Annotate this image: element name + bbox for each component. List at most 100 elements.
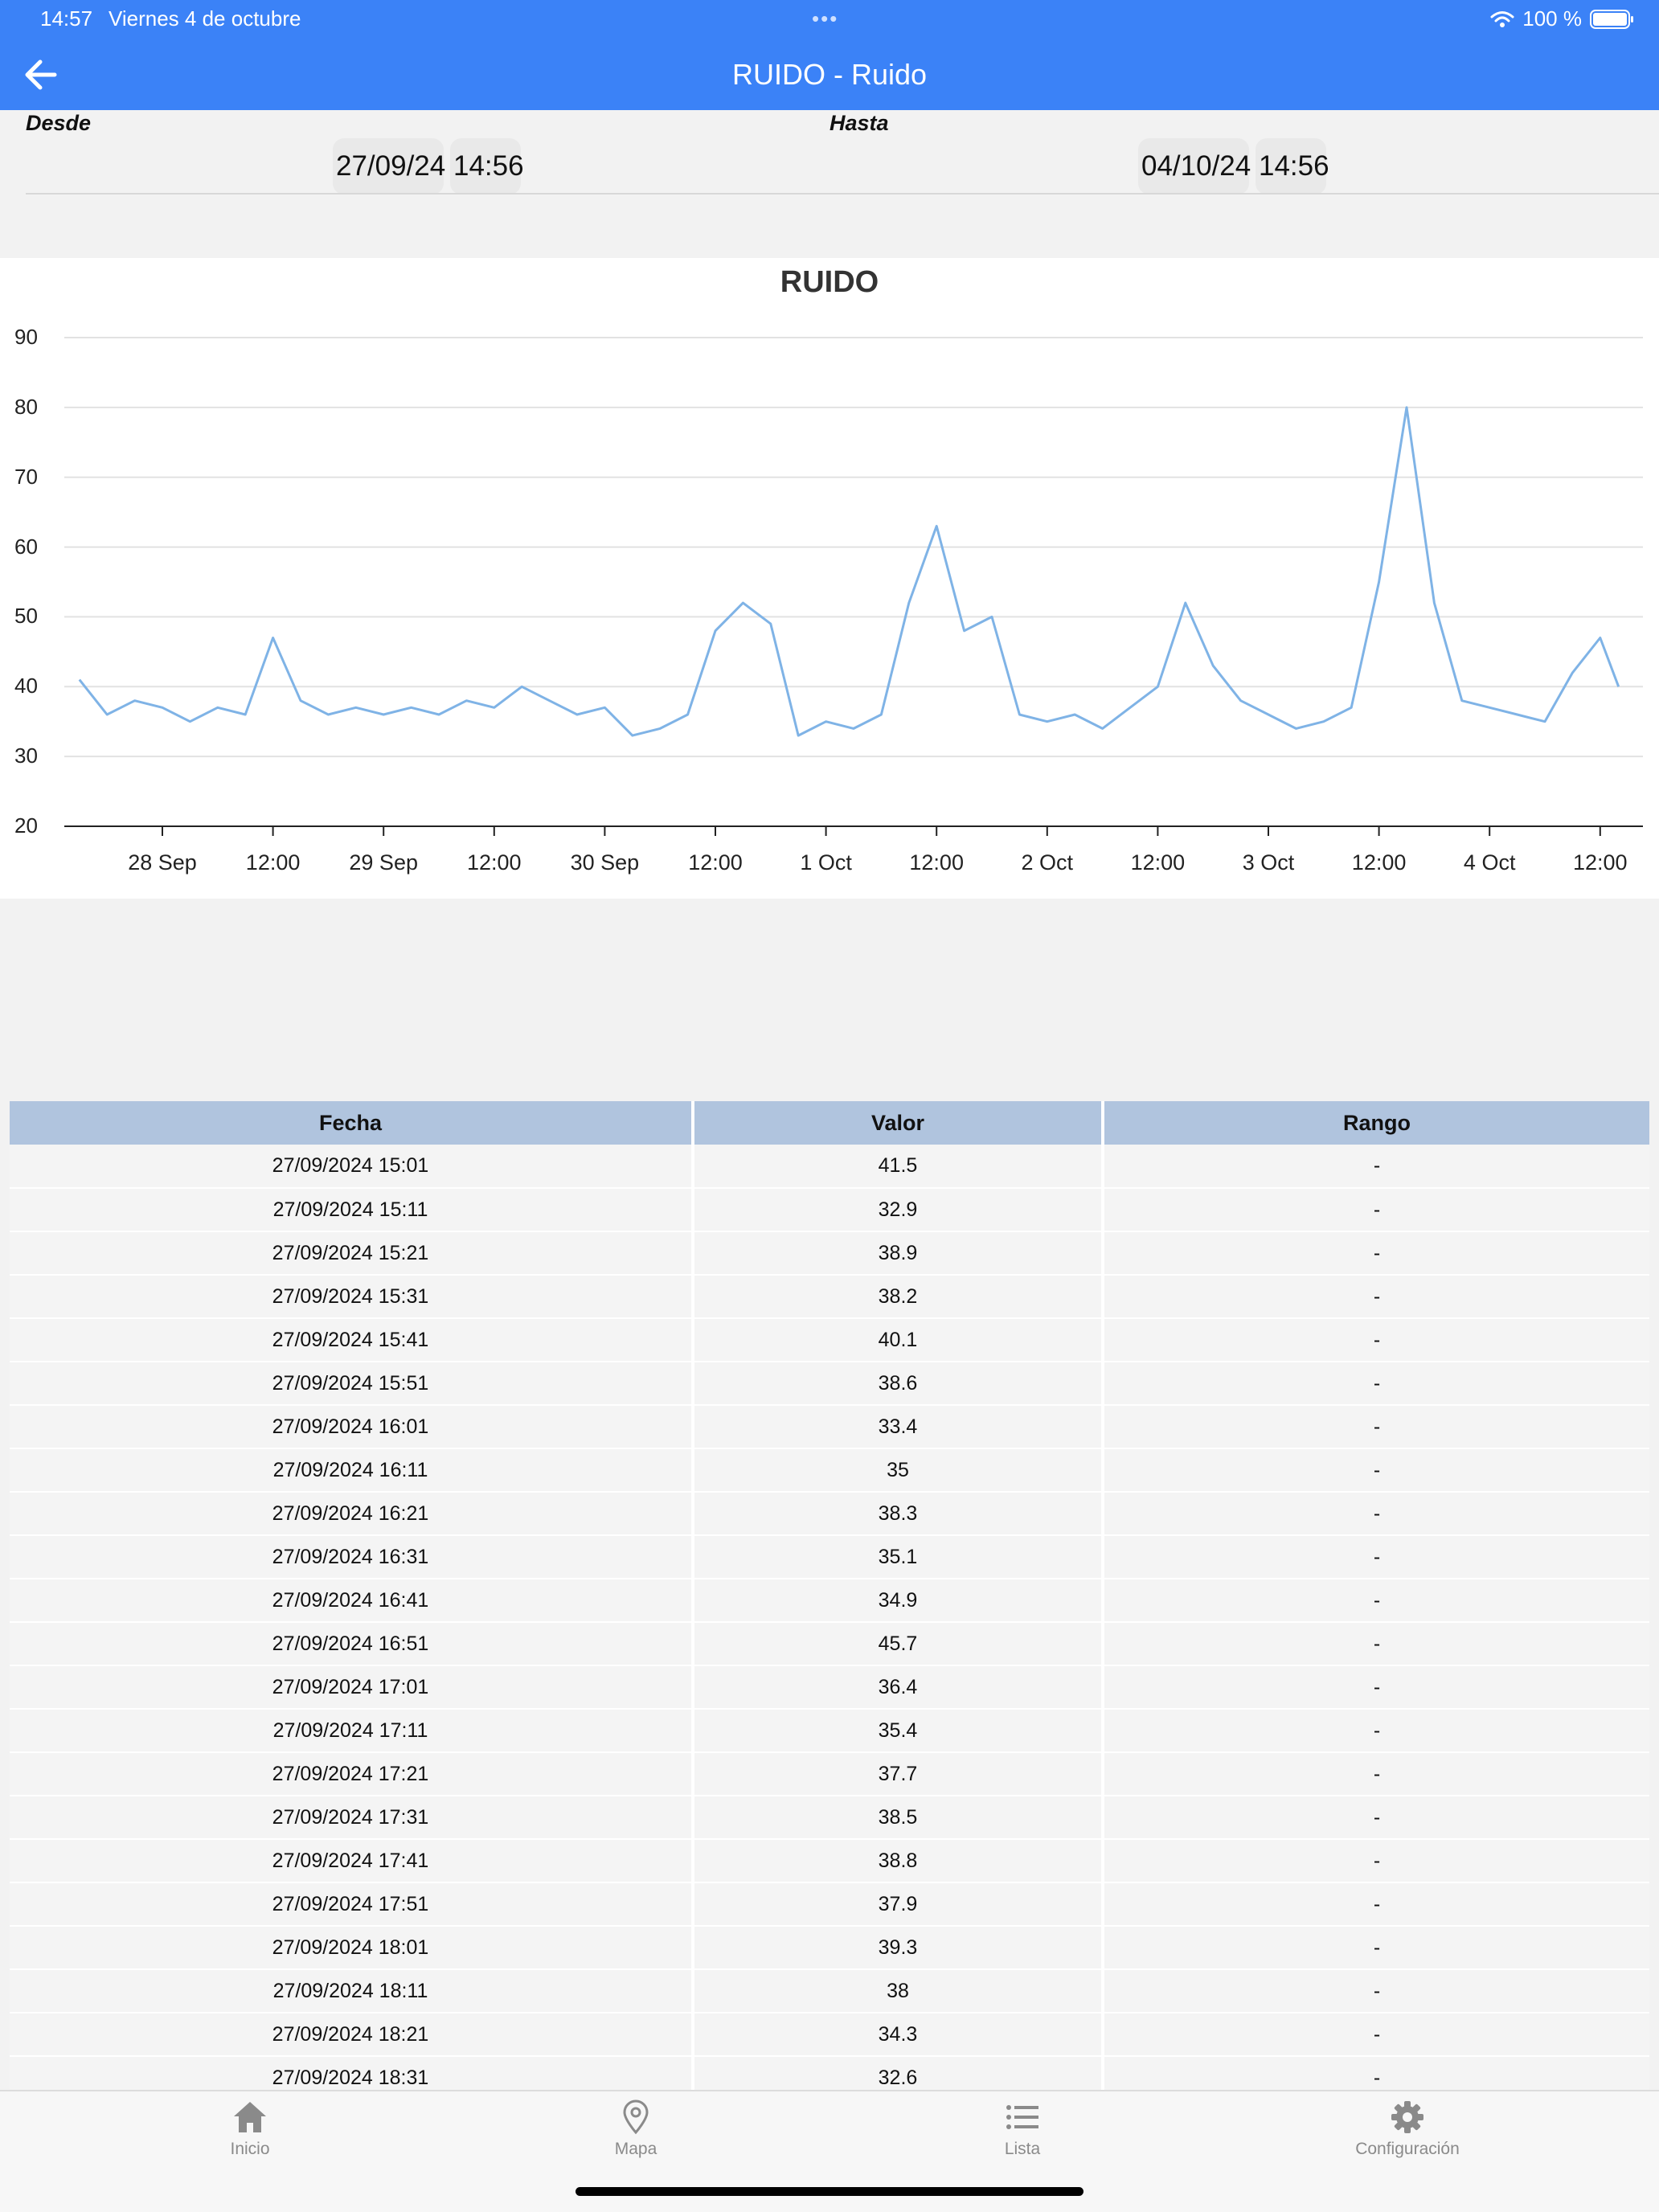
cell-rango: - (1103, 2013, 1649, 2057)
cell-fecha: 27/09/2024 18:21 (10, 2013, 694, 2057)
cell-valor: 33.4 (693, 1405, 1104, 1449)
top-bar: 14:57 Viernes 4 de octubre ••• 100 % RUI… (0, 0, 1659, 110)
cell-rango: - (1103, 1405, 1649, 1449)
cell-rango: - (1103, 1796, 1649, 1840)
home-indicator[interactable] (576, 2187, 1083, 2196)
wifi-icon (1490, 10, 1514, 27)
cell-valor: 32.6 (693, 2056, 1104, 2091)
table-row[interactable]: 27/09/2024 16:51 45.7- (10, 1622, 1649, 1666)
table-row[interactable]: 27/09/2024 16:01 33.4- (10, 1405, 1649, 1449)
x-tick-label: 2 Oct (1021, 850, 1074, 875)
home-icon (234, 2102, 266, 2132)
cell-valor: 38.3 (693, 1492, 1104, 1536)
column-header-fecha[interactable]: Fecha (10, 1101, 694, 1145)
cell-rango: - (1103, 1926, 1649, 1970)
table-row[interactable]: 27/09/2024 18:21 34.3- (10, 2013, 1649, 2057)
table-row[interactable]: 27/09/2024 18:01 39.3- (10, 1926, 1649, 1970)
table-row[interactable]: 27/09/2024 17:31 38.5- (10, 1796, 1649, 1840)
table-row[interactable]: 27/09/2024 18:31 32.6- (10, 2056, 1649, 2091)
table-row[interactable]: 27/09/2024 17:21 37.7- (10, 1752, 1649, 1796)
cell-rango: - (1103, 1275, 1649, 1319)
table-row[interactable]: 27/09/2024 17:11 35.4- (10, 1709, 1649, 1753)
x-tick-label: 12:00 (909, 850, 964, 875)
cell-valor: 45.7 (693, 1622, 1104, 1666)
cell-rango: - (1103, 1969, 1649, 2013)
table-row[interactable]: 27/09/2024 17:51 37.9- (10, 1882, 1649, 1927)
tab-label: Lista (1004, 2140, 1041, 2158)
x-tick-label: 28 Sep (128, 850, 197, 875)
y-tick-label: 50 (14, 604, 38, 629)
tab-label: Inicio (230, 2140, 270, 2158)
cell-rango: - (1103, 1188, 1649, 1232)
cell-rango: - (1103, 1448, 1649, 1493)
cell-valor: 34.3 (693, 2013, 1104, 2057)
cell-rango: - (1103, 1709, 1649, 1753)
table-row[interactable]: 27/09/2024 17:01 36.4- (10, 1665, 1649, 1710)
table-row[interactable]: 27/09/2024 15:21 38.9- (10, 1231, 1649, 1276)
cell-rango: - (1103, 1492, 1649, 1536)
cell-rango: - (1103, 1231, 1649, 1276)
cell-valor: 34.9 (693, 1579, 1104, 1623)
x-tick-label: 1 Oct (800, 850, 852, 875)
cell-rango: - (1103, 1535, 1649, 1579)
y-tick-label: 70 (14, 464, 38, 489)
page-title: RUIDO - Ruido (731, 58, 928, 91)
column-header-rango[interactable]: Rango (1103, 1101, 1649, 1145)
cell-valor: 35.4 (693, 1709, 1104, 1753)
cell-fecha: 27/09/2024 17:31 (10, 1796, 694, 1840)
y-tick-label: 60 (14, 534, 38, 559)
from-time-picker[interactable]: 14:56 (450, 138, 524, 195)
cell-rango: - (1103, 1882, 1649, 1927)
table-row[interactable]: 27/09/2024 16:21 38.3- (10, 1492, 1649, 1536)
to-time-picker[interactable]: 14:56 (1256, 138, 1329, 195)
data-table-container[interactable]: Fecha Valor Rango 27/09/2024 15:01 41.5-2… (10, 1101, 1649, 2091)
table-row[interactable]: 27/09/2024 16:31 35.1- (10, 1535, 1649, 1579)
table-row[interactable]: 27/09/2024 16:41 34.9- (10, 1579, 1649, 1623)
cell-valor: 39.3 (693, 1926, 1104, 1970)
list-icon (1006, 2105, 1038, 2129)
chart-panel (0, 258, 1659, 899)
x-tick-label: 29 Sep (349, 850, 418, 875)
tab-inicio[interactable]: Inicio (129, 2099, 371, 2159)
x-tick-label: 12:00 (1351, 850, 1407, 875)
x-tick-label: 12:00 (245, 850, 301, 875)
x-tick-label: 12:00 (688, 850, 743, 875)
table-row[interactable]: 27/09/2024 15:51 38.6- (10, 1362, 1649, 1406)
multitasking-dots-icon[interactable]: ••• (812, 6, 838, 31)
data-table: Fecha Valor Rango 27/09/2024 15:01 41.5-2… (10, 1101, 1649, 2091)
table-row[interactable]: 27/09/2024 15:01 41.5- (10, 1145, 1649, 1189)
from-date-picker[interactable]: 27/09/24 (333, 138, 445, 195)
cell-rango: - (1103, 1145, 1649, 1189)
table-row[interactable]: 27/09/2024 17:41 38.8- (10, 1839, 1649, 1883)
x-tick-label: 12:00 (1573, 850, 1628, 875)
cell-fecha: 27/09/2024 18:11 (10, 1969, 694, 2013)
table-row[interactable]: 27/09/2024 18:11 38- (10, 1969, 1649, 2013)
y-tick-label: 90 (14, 325, 38, 349)
cell-fecha: 27/09/2024 16:31 (10, 1535, 694, 1579)
to-date-picker[interactable]: 04/10/24 (1138, 138, 1251, 195)
table-row[interactable]: 27/09/2024 15:11 32.9- (10, 1188, 1649, 1232)
tab-configuracion[interactable]: Configuración (1287, 2099, 1528, 2159)
tab-lista[interactable]: Lista (902, 2099, 1143, 2159)
table-row[interactable]: 27/09/2024 16:11 35- (10, 1448, 1649, 1493)
x-tick-label: 12:00 (1130, 850, 1186, 875)
cell-fecha: 27/09/2024 16:41 (10, 1579, 694, 1623)
x-tick-label: 12:00 (467, 850, 522, 875)
table-row[interactable]: 27/09/2024 15:41 40.1- (10, 1318, 1649, 1362)
y-tick-label: 30 (14, 743, 38, 768)
cell-fecha: 27/09/2024 15:41 (10, 1318, 694, 1362)
cell-fecha: 27/09/2024 18:01 (10, 1926, 694, 1970)
cell-valor: 35.1 (693, 1535, 1104, 1579)
cell-rango: - (1103, 1579, 1649, 1623)
cell-valor: 36.4 (693, 1665, 1104, 1710)
table-row[interactable]: 27/09/2024 15:31 38.2- (10, 1275, 1649, 1319)
cell-rango: - (1103, 1362, 1649, 1406)
x-tick-label: 4 Oct (1463, 850, 1516, 875)
cell-valor: 40.1 (693, 1318, 1104, 1362)
cell-fecha: 27/09/2024 15:11 (10, 1188, 694, 1232)
tab-mapa[interactable]: Mapa (515, 2099, 756, 2159)
cell-fecha: 27/09/2024 17:41 (10, 1839, 694, 1883)
from-label: Desde (26, 111, 92, 135)
cell-rango: - (1103, 1839, 1649, 1883)
column-header-valor[interactable]: Valor (693, 1101, 1104, 1145)
